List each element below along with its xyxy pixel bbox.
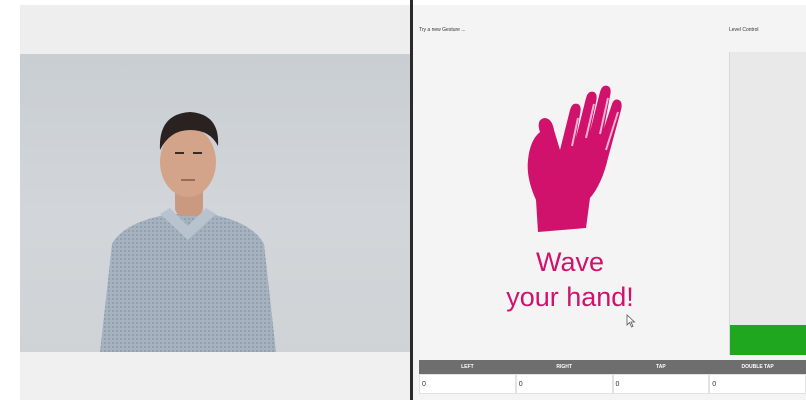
gesture-prompt-line2: your hand! [506, 282, 634, 312]
value-right: 0 [515, 374, 613, 394]
level-control-title: Level Control [729, 27, 759, 33]
header-double-tap: DOUBLE TAP [741, 364, 774, 370]
table-row: 0 0 0 0 [419, 374, 806, 394]
value-double-tap: 0 [709, 374, 806, 394]
camera-video-feed [20, 54, 410, 352]
header-right: RIGHT [556, 364, 572, 370]
value-tap: 0 [612, 374, 710, 394]
person-image [100, 112, 276, 352]
level-meter [729, 52, 806, 355]
gesture-prompt-line1: Wave [535, 247, 604, 277]
table-header-row: LEFT RIGHT TAP DOUBLE TAP [419, 360, 806, 374]
value-left: 0 [419, 374, 516, 394]
gesture-count-table: LEFT RIGHT TAP DOUBLE TAP 0 0 0 0 [419, 360, 806, 400]
camera-footer [20, 352, 410, 400]
gesture-hint: Try a new Gesture ... [419, 27, 466, 33]
mouse-cursor-icon [626, 314, 636, 328]
header-tap: TAP [656, 364, 666, 370]
header-left: LEFT [461, 364, 474, 370]
level-meter-fill [730, 324, 806, 355]
waving-hand-icon [527, 85, 622, 232]
